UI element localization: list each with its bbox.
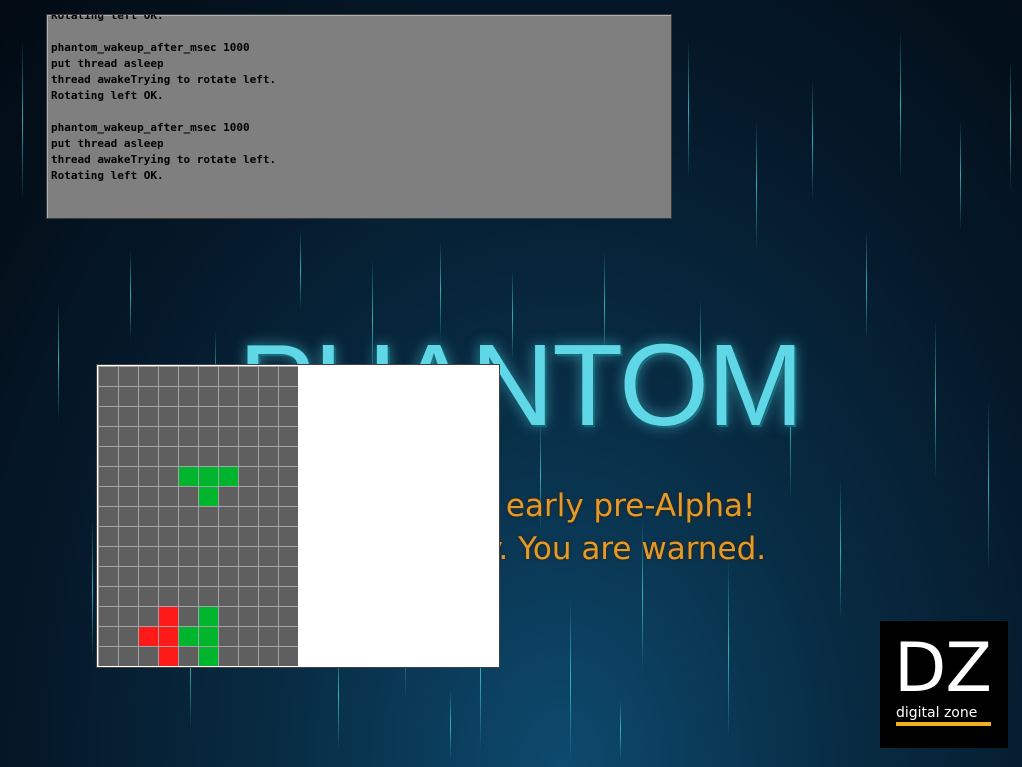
rain-streak (935, 320, 936, 480)
rain-streak (620, 700, 621, 760)
rain-streak (756, 120, 757, 250)
tetromino-block (199, 607, 218, 626)
tetromino-block (139, 627, 158, 646)
game-window[interactable] (96, 364, 500, 668)
rain-streak (688, 40, 689, 180)
rain-streak (900, 30, 901, 180)
tetromino-block (159, 647, 178, 666)
console-line: put thread asleep (51, 137, 164, 150)
rain-streak (130, 250, 131, 340)
rain-streak (92, 520, 93, 660)
rain-streak (728, 560, 729, 740)
digital-zone-logo: DZ digital zone (880, 621, 1008, 748)
rain-streak (960, 120, 961, 230)
rain-streak (450, 690, 451, 760)
rain-streak (1010, 60, 1011, 190)
console-line: put thread asleep (51, 57, 164, 70)
rain-streak (300, 230, 301, 310)
console-line: phantom_wakeup_after_msec 1000 (51, 41, 250, 54)
rain-streak (988, 400, 989, 570)
tetromino-block (179, 467, 198, 486)
console-line: phantom_wakeup_after_msec 1000 (51, 121, 250, 134)
console-line: thread awakeTrying to rotate left. (51, 153, 277, 166)
tetromino-block (199, 467, 218, 486)
logo-accent-bar (896, 722, 991, 726)
rain-streak (866, 230, 867, 340)
game-board[interactable] (98, 366, 298, 666)
logo-mark: DZ (894, 629, 992, 708)
rain-streak (840, 480, 841, 620)
tetromino-block (179, 627, 198, 646)
rain-streak (570, 600, 571, 760)
console-line: thread awakeTrying to rotate left. (51, 73, 277, 86)
logo-name: digital zone (896, 705, 978, 721)
tetromino-block (199, 487, 218, 506)
rain-streak (812, 80, 813, 200)
console-line: Rotating left OK. (51, 14, 164, 22)
rain-streak (22, 40, 23, 200)
tetromino-block (159, 627, 178, 646)
game-side-panel (298, 366, 499, 666)
tetromino-block (219, 467, 238, 486)
debug-console-window[interactable]: Rotating left OK. phantom_wakeup_after_ms… (46, 14, 672, 219)
console-line: Rotating left OK. (51, 169, 164, 182)
rain-streak (58, 300, 59, 420)
console-line: Rotating left OK. (51, 89, 164, 102)
tetromino-block (199, 647, 218, 666)
tetromino-block (199, 627, 218, 646)
tetromino-block (159, 607, 178, 626)
console-output: Rotating left OK. phantom_wakeup_after_ms… (51, 14, 277, 184)
